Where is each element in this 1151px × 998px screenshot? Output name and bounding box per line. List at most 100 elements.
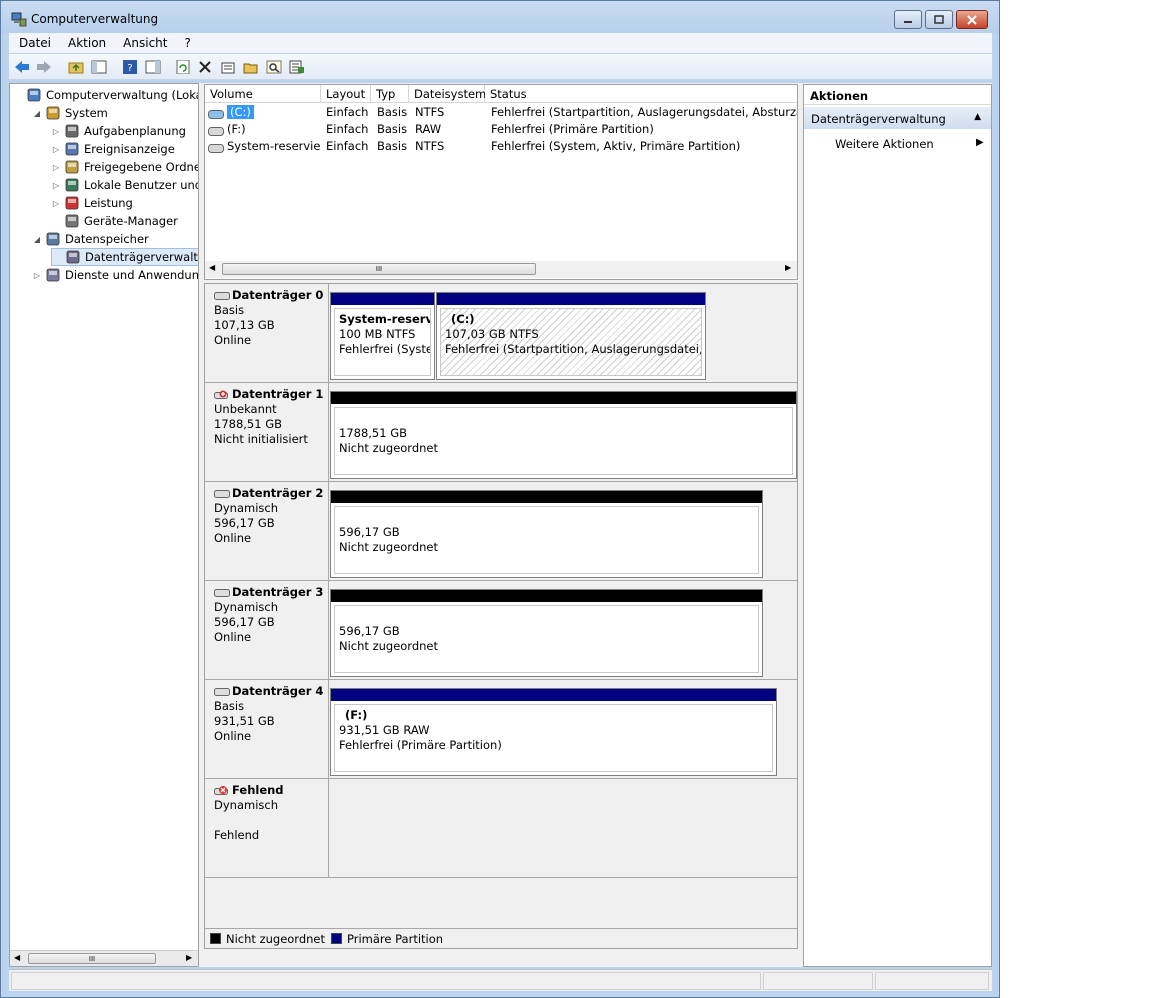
disk-icon xyxy=(214,488,230,500)
expand-toggle-icon[interactable]: ◢ xyxy=(32,235,42,244)
status-segment xyxy=(875,972,989,990)
delete-icon[interactable] xyxy=(196,58,214,76)
partition-details: (F:) 931,51 GB RAW Fehlerfrei (Primäre Par… xyxy=(334,704,773,772)
show-hide-tree-icon[interactable] xyxy=(90,58,108,76)
disk-info[interactable]: Datenträger 3 Dynamisch 596,17 GB Online xyxy=(205,581,329,679)
collapse-icon[interactable]: ▲ xyxy=(974,112,981,122)
disk-type: Basis xyxy=(214,699,245,713)
menu-datei[interactable]: Datei xyxy=(9,36,58,50)
partition-block[interactable]: System-reservie100 MB NTFSFehlerfrei (Sy… xyxy=(330,292,435,380)
tree-horizontal-scrollbar[interactable]: ◀ III ▶ xyxy=(10,950,198,966)
partition-details: 596,17 GB Nicht zugeordnet xyxy=(334,506,759,574)
partition-block[interactable]: 596,17 GB Nicht zugeordnet xyxy=(330,589,763,677)
disk-info[interactable]: Datenträger 4 Basis 931,51 GB Online xyxy=(205,680,329,778)
column-layout[interactable]: Layout xyxy=(321,85,371,103)
expand-toggle-icon[interactable]: ◢ xyxy=(32,109,42,118)
close-icon xyxy=(967,14,977,25)
disk-info[interactable]: Datenträger 1 Unbekannt 1788,51 GB Nicht in… xyxy=(205,383,329,481)
volume-list: Volume Layout Typ Dateisystem Status (C:… xyxy=(204,84,798,280)
menu-aktion[interactable]: Aktion xyxy=(58,36,113,50)
partition-block[interactable]: 596,17 GB Nicht zugeordnet xyxy=(330,490,763,578)
back-icon[interactable] xyxy=(13,58,31,76)
tree-item[interactable]: Datenträgerverwaltung xyxy=(51,248,198,266)
cell-fs: RAW xyxy=(415,122,442,136)
cell-layout: Einfach xyxy=(326,139,369,153)
legend-label-primary: Primäre Partition xyxy=(347,931,444,946)
partition-block[interactable]: (F:) 931,51 GB RAW Fehlerfrei (Primäre Par… xyxy=(330,688,777,776)
scroll-left-arrow[interactable]: ◀ xyxy=(209,263,215,272)
more-actions-item[interactable]: Weitere Aktionen xyxy=(835,137,934,151)
disk-state: Online xyxy=(214,531,252,545)
expand-toggle-icon[interactable]: ▷ xyxy=(51,145,61,154)
expand-toggle-icon[interactable]: ▷ xyxy=(51,199,61,208)
disk-info[interactable]: Datenträger 2 Dynamisch 596,17 GB Online xyxy=(205,482,329,580)
tree-item[interactable]: Geräte-Manager xyxy=(51,212,178,230)
help-icon[interactable]: ? xyxy=(121,58,139,76)
partition-block[interactable]: 1788,51 GB Nicht zugeordnet xyxy=(330,391,797,479)
tree-item[interactable]: ▷ Aufgabenplanung xyxy=(51,122,186,140)
scroll-right-arrow[interactable]: ▶ xyxy=(186,953,192,962)
partition-title xyxy=(339,609,758,624)
tree-item[interactable]: ▷ Dienste und Anwendungen xyxy=(32,266,198,284)
refresh-icon[interactable] xyxy=(174,58,192,76)
tree-item[interactable]: ▷ Leistung xyxy=(51,194,133,212)
tree-item[interactable]: ◢ System xyxy=(32,104,108,122)
maximize-button[interactable] xyxy=(925,10,953,29)
menu-bar: Datei Aktion Ansicht ? xyxy=(9,33,992,53)
forward-icon[interactable] xyxy=(35,58,53,76)
close-button[interactable] xyxy=(956,10,988,29)
up-folder-icon[interactable] xyxy=(67,58,85,76)
legend-swatch-unallocated xyxy=(210,933,221,944)
column-dateisystem[interactable]: Dateisystem xyxy=(409,85,486,103)
disk-info[interactable]: Datenträger 0 Basis 107,13 GB Online xyxy=(205,284,329,382)
actions-section-disk-management[interactable]: Datenträgerverwaltung ▲ xyxy=(804,107,991,129)
disk-icon xyxy=(214,686,230,698)
volume-row[interactable]: (F:) Einfach Basis RAW Fehlerfrei (Primäre P… xyxy=(205,121,797,138)
volume-horizontal-scrollbar[interactable]: ◀ III ▶ xyxy=(205,261,797,278)
disk-info[interactable]: Fehlend Dynamisch Fehlend xyxy=(205,779,329,877)
partition-details: System-reservie100 MB NTFSFehlerfrei (Sy… xyxy=(334,308,431,376)
tree-item[interactable]: ▷ Freigegebene Ordner xyxy=(51,158,198,176)
scroll-thumb[interactable]: III xyxy=(28,953,156,964)
column-typ[interactable]: Typ xyxy=(371,85,409,103)
column-status[interactable]: Status xyxy=(485,85,797,103)
disk-row: Datenträger 4 Basis 931,51 GB Online (F:) 931… xyxy=(205,680,797,779)
volume-row[interactable]: System-reserviert Einfach Basis NTFS Fehlerf… xyxy=(205,138,797,155)
disk-name: Datenträger 1 xyxy=(232,387,324,401)
partition-status: Fehlerfrei (Systen xyxy=(339,342,431,356)
column-volume[interactable]: Volume xyxy=(205,85,321,103)
menu-help[interactable]: ? xyxy=(174,36,197,50)
show-hide-action-icon[interactable] xyxy=(144,58,162,76)
properties-icon[interactable] xyxy=(219,58,237,76)
minimize-button[interactable] xyxy=(894,10,922,29)
tree-item[interactable]: Computerverwaltung (Lokal) xyxy=(13,86,199,104)
expand-toggle-icon[interactable]: ▷ xyxy=(51,181,61,190)
menu-ansicht[interactable]: Ansicht xyxy=(113,36,174,50)
partition-type-bar xyxy=(331,689,776,701)
cell-layout: Einfach xyxy=(326,122,369,136)
partition-block[interactable]: (C:) 107,03 GB NTFS Fehlerfrei (Startparti… xyxy=(436,292,706,380)
expand-toggle-icon[interactable]: ▷ xyxy=(51,163,61,172)
expand-toggle-icon[interactable]: ▷ xyxy=(32,271,42,280)
partition-size: 100 MB NTFS xyxy=(339,327,416,341)
tree-item[interactable]: ▷ Lokale Benutzer und Gruppen xyxy=(51,176,198,194)
tree-item[interactable]: ◢ Datenspeicher xyxy=(32,230,149,248)
disk-size xyxy=(214,813,328,828)
volume-row[interactable]: (C:) Einfach Basis NTFS Fehlerfrei (Startpar… xyxy=(205,104,797,121)
scroll-left-arrow[interactable]: ◀ xyxy=(14,953,20,962)
export-icon[interactable] xyxy=(288,58,306,76)
disk-icon xyxy=(214,587,230,599)
search-icon[interactable] xyxy=(265,58,283,76)
users-icon xyxy=(64,177,80,193)
tree-item[interactable]: ▷ Ereignisanzeige xyxy=(51,140,175,158)
partition-type-bar xyxy=(437,293,705,305)
scroll-thumb[interactable]: III xyxy=(222,263,536,275)
disk-name: Fehlend xyxy=(232,783,284,797)
tree-item-label: Computerverwaltung (Lokal) xyxy=(46,88,199,102)
open-icon[interactable] xyxy=(242,58,260,76)
scroll-right-arrow[interactable]: ▶ xyxy=(785,263,791,272)
title-bar[interactable]: Computerverwaltung xyxy=(1,1,999,33)
window-title: Computerverwaltung xyxy=(31,12,159,26)
expand-toggle-icon[interactable]: ▷ xyxy=(51,127,61,136)
partition-type-bar xyxy=(331,590,762,602)
